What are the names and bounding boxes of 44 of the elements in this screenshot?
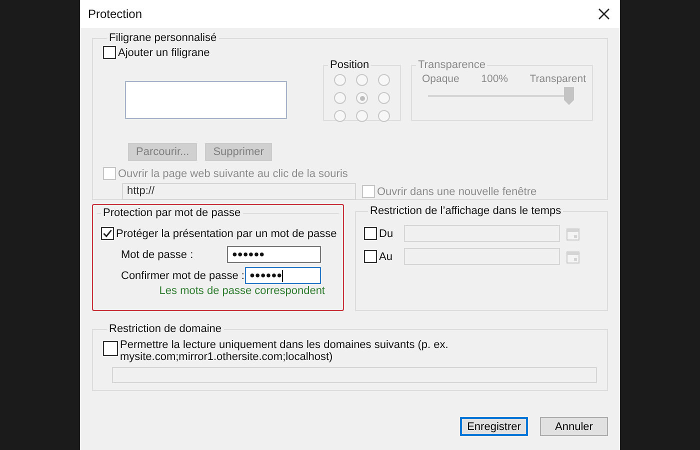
status-message: Les mots de passe correspondent — [158, 285, 325, 297]
slider-label: Transparent — [530, 73, 586, 85]
group-title: Restriction de domaine — [108, 323, 223, 335]
close-icon[interactable] — [598, 8, 610, 20]
group-title: Transparence — [417, 59, 486, 71]
radio-button[interactable] — [378, 92, 390, 104]
checkbox-label: Ajouter un filigrane — [118, 46, 210, 58]
date-field[interactable] — [404, 225, 560, 242]
radio-button[interactable] — [356, 92, 368, 104]
radio-button[interactable] — [378, 74, 390, 86]
checkbox[interactable] — [364, 250, 377, 263]
checkbox-label: Du — [379, 228, 394, 240]
radio-button[interactable] — [334, 74, 346, 86]
radio-button[interactable] — [378, 110, 390, 122]
checkbox[interactable] — [364, 227, 377, 240]
calendar-icon[interactable] — [566, 250, 580, 264]
date-field[interactable] — [404, 248, 560, 265]
field-label: Mot de passe : — [121, 248, 194, 260]
group-title: Filigrane personnalisé — [108, 32, 218, 44]
radio-button[interactable] — [334, 110, 346, 122]
slider-label: Opaque — [422, 73, 460, 85]
checkbox-label: Ouvrir dans une nouvelle fenêtre — [377, 186, 537, 198]
checkbox[interactable] — [103, 46, 116, 59]
checkbox-label: Protéger la présentation par un mot de passe — [116, 228, 337, 240]
group-title: Position — [329, 59, 370, 71]
checkbox-label: Permettre la lecture uniquement dans les domaines suivants (p. ex. mysite.com;mirror1.othersite.com;localhost) — [120, 339, 450, 363]
field-label: Confirmer mot de passe : — [121, 270, 244, 282]
checkbox-label: Ouvrir la page web suivante au clic de la souris — [118, 168, 348, 180]
password-field[interactable]: ●●●●●● — [227, 246, 321, 263]
calendar-icon[interactable] — [566, 226, 580, 240]
checkbox[interactable] — [101, 227, 114, 240]
checkbox[interactable] — [103, 341, 118, 356]
group-title: Restriction de l’affichage dans le temps — [369, 205, 562, 217]
group-title: Protection par mot de passe — [102, 207, 242, 219]
radio-button[interactable] — [356, 74, 368, 86]
checkbox-label: Au — [379, 250, 392, 262]
window-title: Protection — [88, 7, 142, 21]
radio-button[interactable] — [334, 92, 346, 104]
radio-button[interactable] — [356, 110, 368, 122]
slider-value: 100% — [481, 73, 508, 85]
domain-field[interactable] — [112, 367, 597, 383]
dialog-button[interactable]: Annuler — [540, 417, 608, 436]
password-field[interactable]: ●●●●●● — [244, 267, 321, 284]
dialog-button[interactable]: Enregistrer — [460, 417, 528, 436]
